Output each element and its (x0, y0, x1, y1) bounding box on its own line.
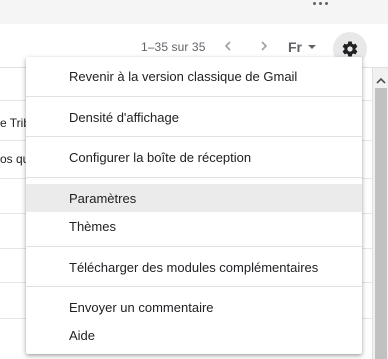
input-language-button[interactable]: Fr (288, 38, 316, 56)
older-chevron-right-icon[interactable] (258, 40, 270, 52)
menu-divider (26, 177, 362, 178)
menu-item-help[interactable]: Aide (26, 321, 362, 349)
pagination-count: 1–35 sur 35 (141, 40, 206, 54)
menu-item-get-add-ons[interactable]: Télécharger des modules complémentaires (26, 253, 362, 281)
menu-item-themes[interactable]: Thèmes (26, 212, 362, 240)
menu-item-settings[interactable]: Paramètres (26, 184, 362, 212)
menu-item-configure-inbox[interactable]: Configurer la boîte de réception (26, 143, 362, 171)
menu-divider (26, 286, 362, 287)
google-apps-icon[interactable] (313, 2, 329, 8)
app-bar (0, 0, 388, 24)
menu-divider (26, 246, 362, 247)
menu-divider (26, 136, 362, 137)
language-label: Fr (288, 39, 302, 55)
menu-item-send-feedback[interactable]: Envoyer un commentaire (26, 293, 362, 321)
settings-menu: Revenir à la version classique de Gmail … (26, 57, 362, 354)
menu-item-display-density[interactable]: Densité d'affichage (26, 103, 362, 131)
scroll-up-icon[interactable] (376, 72, 386, 84)
menu-item-classic-gmail[interactable]: Revenir à la version classique de Gmail (26, 62, 362, 90)
message-snippet[interactable]: os qu (0, 152, 29, 166)
gear-icon (342, 41, 358, 57)
gmail-window: 1–35 sur 35 Fr e Trib os qu Revenir à la… (0, 0, 388, 359)
vertical-scrollbar[interactable] (372, 68, 388, 359)
chevron-down-icon (308, 45, 316, 49)
newer-chevron-left-icon[interactable] (222, 40, 234, 52)
scrollbar-thumb[interactable] (375, 88, 387, 359)
menu-divider (26, 96, 362, 97)
